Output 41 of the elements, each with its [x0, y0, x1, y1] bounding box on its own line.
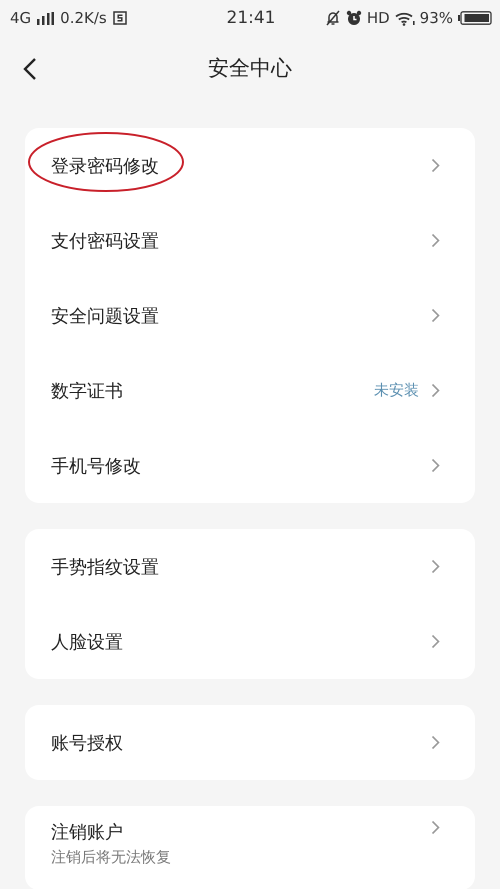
muted-bell-icon — [324, 10, 341, 26]
chevron-icon — [431, 383, 440, 398]
menu-row[interactable]: 手机号修改 — [25, 428, 475, 503]
chevron-icon — [431, 634, 440, 649]
chevron-icon — [431, 820, 440, 835]
battery-icon — [458, 11, 492, 25]
network-speed: 0.2K/s — [60, 9, 107, 27]
menu-label: 登录密码修改 — [51, 154, 160, 178]
menu-subtitle: 注销后将无法恢复 — [51, 848, 172, 867]
menu-label: 账号授权 — [51, 732, 124, 754]
menu-label: 支付密码设置 — [51, 230, 160, 252]
menu-label: 数字证书 — [51, 380, 124, 402]
chevron-icon — [431, 735, 440, 750]
menu-row[interactable]: 手势指纹设置 — [25, 529, 475, 604]
wifi-icon — [394, 10, 415, 26]
chevron-icon — [431, 158, 440, 173]
menu-row[interactable]: 登录密码修改 — [25, 128, 475, 203]
menu-label: 手势指纹设置 — [51, 556, 160, 578]
network-type: 4G — [10, 9, 32, 27]
menu-row[interactable]: 安全问题设置 — [25, 278, 475, 353]
menu-label: 人脸设置 — [51, 630, 124, 654]
chevron-icon — [431, 308, 440, 323]
chevron-icon — [431, 458, 440, 473]
page-title: 安全中心 — [208, 55, 292, 82]
alarm-clock-icon — [346, 10, 362, 26]
menu-row[interactable]: 数字证书 未安装 — [25, 353, 475, 428]
menu-row[interactable]: 注销账户 注销后将无法恢复 — [25, 806, 475, 889]
menu-row[interactable]: 支付密码设置 — [25, 203, 475, 278]
menu-row[interactable]: 账号授权 — [25, 705, 475, 780]
square-s-icon — [112, 11, 127, 25]
signal-icon — [37, 12, 54, 24]
menu-label: 注销账户 — [51, 821, 124, 844]
chevron-icon — [431, 233, 440, 248]
chevron-icon — [431, 559, 440, 574]
hd-label: HD — [366, 9, 390, 27]
menu-row[interactable]: 人脸设置 — [25, 604, 475, 679]
menu-label: 手机号修改 — [51, 454, 142, 478]
menu-label: 安全问题设置 — [51, 304, 160, 328]
battery-percent: 93% — [420, 9, 453, 27]
status-value: 未安装 — [374, 381, 419, 400]
clock-time: 21:41 — [226, 8, 276, 28]
